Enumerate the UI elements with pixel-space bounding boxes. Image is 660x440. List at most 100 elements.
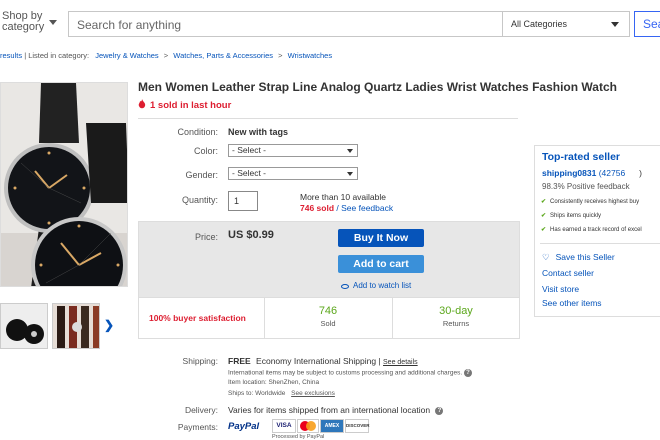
chevron-down-icon (347, 149, 353, 153)
breadcrumb-separator: > (278, 51, 283, 60)
seller-name-row: shipping0831 (42756) (542, 168, 642, 178)
save-seller-link[interactable]: Save this Seller (556, 252, 615, 262)
delivery-row: Varies for items shipped from an interna… (228, 405, 444, 415)
delivery-value: Varies for items shipped from an interna… (228, 405, 431, 415)
badge-text: Has earned a track record of excel (550, 227, 642, 233)
thumbnail-image (1, 304, 47, 348)
save-seller-row[interactable]: ♡ Save this Seller (542, 252, 615, 263)
badge-divider (540, 243, 660, 244)
chevron-down-icon[interactable] (49, 20, 57, 25)
sold-recently-text: 1 sold in last hour (150, 100, 232, 111)
stats-divider (392, 297, 393, 339)
breadcrumb-jewelry[interactable]: Jewelry & Watches (95, 51, 159, 60)
shipping-method: Economy International Shipping | (256, 356, 381, 366)
badge-text: Consistently receives highest buy (550, 199, 640, 205)
breadcrumb-wristwatches[interactable]: Wristwatches (288, 51, 332, 60)
gender-label: Gender: (185, 170, 218, 180)
header: Shop by category All Categories Sea (0, 0, 660, 46)
price-label: Price: (194, 232, 218, 242)
shipping-label: Shipping: (182, 356, 218, 366)
title-divider (138, 118, 518, 119)
color-select-value: - Select - (232, 145, 267, 155)
add-to-watch-list-link[interactable]: Add to watch list (353, 281, 411, 290)
info-icon[interactable]: ? (435, 406, 444, 415)
gender-select[interactable]: - Select - (228, 167, 358, 180)
item-title: Men Women Leather Strap Line Analog Quar… (138, 80, 617, 94)
badge-row: ✔ Consistently receives highest buy (541, 198, 639, 205)
breadcrumb-separator: > (163, 51, 169, 60)
thumbnail-2[interactable] (52, 303, 100, 349)
discover-logo: DISCOVER (345, 419, 370, 433)
add-to-cart-button[interactable]: Add to cart (338, 255, 424, 273)
sold-recently: 1 sold in last hour (138, 99, 231, 111)
price-value: US $0.99 (228, 229, 274, 241)
buy-it-now-button[interactable]: Buy It Now (338, 229, 424, 247)
badge-row: ✔ Has earned a track record of excel (541, 226, 642, 233)
search-box (68, 11, 503, 37)
sold-stat-label: Sold (320, 319, 336, 328)
visit-store-link[interactable]: Visit store (542, 284, 579, 294)
page: Shop by category All Categories Sea resu… (0, 0, 660, 440)
chevron-down-icon (347, 172, 353, 176)
quantity-label: Quantity: (181, 195, 218, 205)
contact-seller-link[interactable]: Contact seller (542, 268, 594, 278)
processed-by-paypal: Processed by PayPal (272, 434, 325, 440)
search-button[interactable]: Sea (634, 11, 660, 37)
ships-to-text: Ships to: Worldwide (228, 390, 286, 397)
check-icon: ✔ (541, 213, 547, 219)
see-feedback-link[interactable]: See feedback (341, 203, 393, 213)
search-input[interactable] (77, 17, 497, 33)
eye-icon[interactable] (341, 284, 349, 289)
paypal-logo: PayPal (228, 421, 260, 432)
free-label: FREE (228, 356, 251, 366)
seller-score-end: ) (639, 168, 643, 178)
customs-note-text: International items may be subject to cu… (228, 369, 463, 377)
mastercard-logo (297, 419, 319, 433)
amex-logo: AMEX (320, 419, 344, 433)
chevron-down-icon (611, 22, 619, 27)
returns-stat-value: 30-day (439, 305, 473, 317)
see-other-items-link[interactable]: See other items (542, 298, 602, 308)
info-icon[interactable]: ? (463, 369, 472, 377)
heart-icon[interactable]: ♡ (542, 252, 550, 262)
category-select-value: All Categories (511, 19, 568, 29)
category-select[interactable]: All Categories (502, 11, 630, 37)
stats-divider (264, 297, 265, 339)
quantity-input[interactable]: 1 (228, 191, 258, 211)
condition-value: New with tags (228, 127, 289, 137)
shipping-value: FREE Economy International Shipping | Se… (228, 356, 418, 366)
sold-stat-value: 746 (318, 305, 338, 317)
see-exclusions-link[interactable]: See exclusions (291, 390, 335, 397)
color-label: Color: (193, 146, 218, 156)
visa-logo: VISA (272, 419, 296, 433)
gender-select-value: - Select - (232, 168, 267, 178)
returns-stat-label: Returns (442, 319, 470, 328)
badge-text: Ships items quickly (550, 213, 602, 219)
sold-feedback-row: 746 sold / See feedback (300, 203, 393, 213)
badge-row: ✔ Ships items quickly (541, 212, 601, 219)
seller-name-link[interactable]: shipping0831 (542, 168, 596, 178)
check-icon: ✔ (541, 199, 547, 205)
seller-score-link[interactable]: (42756 (599, 168, 625, 178)
availability: More than 10 available (300, 192, 387, 202)
back-to-results-link[interactable]: results (0, 51, 22, 60)
see-details-link[interactable]: See details (383, 359, 418, 366)
main-product-image[interactable] (0, 82, 128, 287)
buyer-satisfaction: 100% buyer satisfaction (149, 313, 246, 323)
listed-in-label: | Listed in category: (24, 51, 90, 60)
breadcrumb-watches-parts[interactable]: Watches, Parts & Accessories (173, 51, 273, 60)
watch-image (1, 83, 127, 286)
item-location: Item location: ShenZhen, China (228, 379, 320, 386)
mastercard-icon (300, 421, 316, 431)
flame-icon (138, 99, 146, 109)
check-icon: ✔ (541, 227, 547, 233)
thumbnail-image (53, 304, 99, 348)
next-thumbnail-arrow-icon[interactable]: ❯ (104, 318, 114, 332)
sold-count: 746 sold (300, 203, 335, 213)
color-select[interactable]: - Select - (228, 144, 358, 157)
condition-label: Condition: (177, 127, 218, 137)
thumbnail-1[interactable] (0, 303, 48, 349)
ships-to-row: Ships to: Worldwide See exclusions (228, 390, 335, 397)
positive-feedback: 98.3% Positive feedback (542, 182, 630, 191)
breadcrumb: results | Listed in category: Jewelry & … (0, 51, 332, 60)
